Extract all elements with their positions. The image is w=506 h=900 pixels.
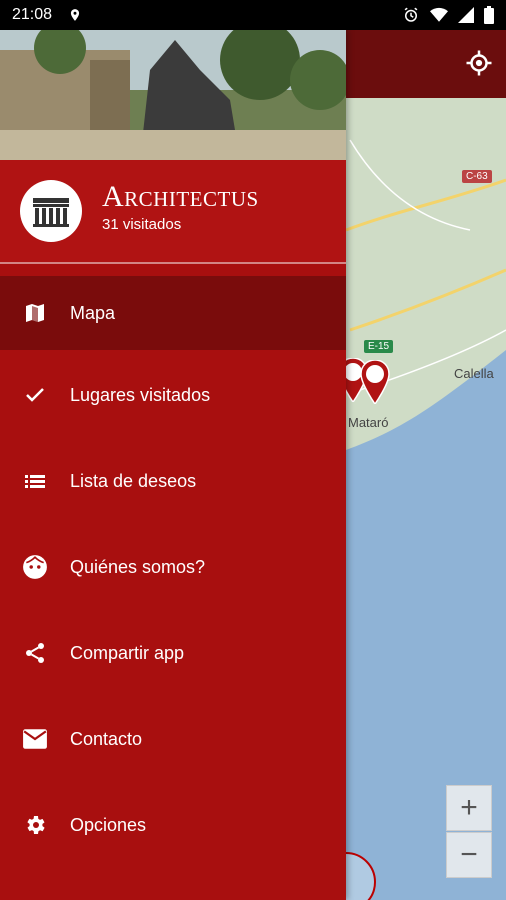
visited-count: 31 visitados <box>102 216 182 233</box>
menu-label: Mapa <box>70 302 116 323</box>
map-city-label: Calella <box>454 366 494 381</box>
app-title: Architectus <box>102 180 259 213</box>
mail-icon <box>22 726 48 752</box>
drawer-menu: Mapa Lugares visitados Lista de deseos Q… <box>0 276 346 868</box>
navigation-drawer: Architectus 31 visitados Mapa Lugares vi… <box>0 30 346 900</box>
face-icon <box>22 554 48 580</box>
road-badge: E-15 <box>364 340 394 353</box>
menu-label: Opciones <box>70 814 147 835</box>
zoom-in-button[interactable]: + <box>446 785 492 831</box>
menu-item-lista-de-deseos[interactable]: Lista de deseos <box>0 438 346 524</box>
signal-icon <box>458 7 474 28</box>
menu-item-quienes-somos[interactable]: Quiénes somos? <box>0 524 346 610</box>
list-icon <box>22 468 48 494</box>
header-photo <box>0 30 346 160</box>
menu-item-opciones[interactable]: Opciones <box>0 782 346 868</box>
menu-item-contacto[interactable]: Contacto <box>0 696 346 782</box>
drawer-header: Architectus 31 visitados <box>0 160 346 262</box>
aqueduct-logo-icon <box>20 180 82 242</box>
menu-label: Compartir app <box>70 642 185 663</box>
menu-item-compartir-app[interactable]: Compartir app <box>0 610 346 696</box>
menu-label: Contacto <box>70 728 143 749</box>
road-badge: C-63 <box>462 170 492 183</box>
location-pin-icon <box>68 6 82 29</box>
map-marker-icon[interactable] <box>360 360 390 404</box>
zoom-out-button[interactable]: − <box>446 832 492 878</box>
menu-item-mapa[interactable]: Mapa <box>0 276 346 350</box>
menu-label: Lista de deseos <box>70 470 197 491</box>
menu-item-lugares-visitados[interactable]: Lugares visitados <box>0 352 346 438</box>
my-location-icon[interactable] <box>464 48 494 78</box>
settings-icon <box>22 812 48 838</box>
menu-label: Lugares visitados <box>70 384 211 405</box>
battery-icon <box>484 6 494 29</box>
divider <box>0 262 346 264</box>
check-icon <box>22 382 48 408</box>
map-icon <box>22 300 48 326</box>
share-icon <box>22 640 48 666</box>
status-bar: 21:08 <box>0 0 506 30</box>
wifi-icon <box>430 7 448 28</box>
status-time: 21:08 <box>12 6 53 23</box>
menu-label: Quiénes somos? <box>70 556 206 577</box>
map-city-label: Mataró <box>348 415 389 430</box>
alarm-icon <box>402 6 420 29</box>
